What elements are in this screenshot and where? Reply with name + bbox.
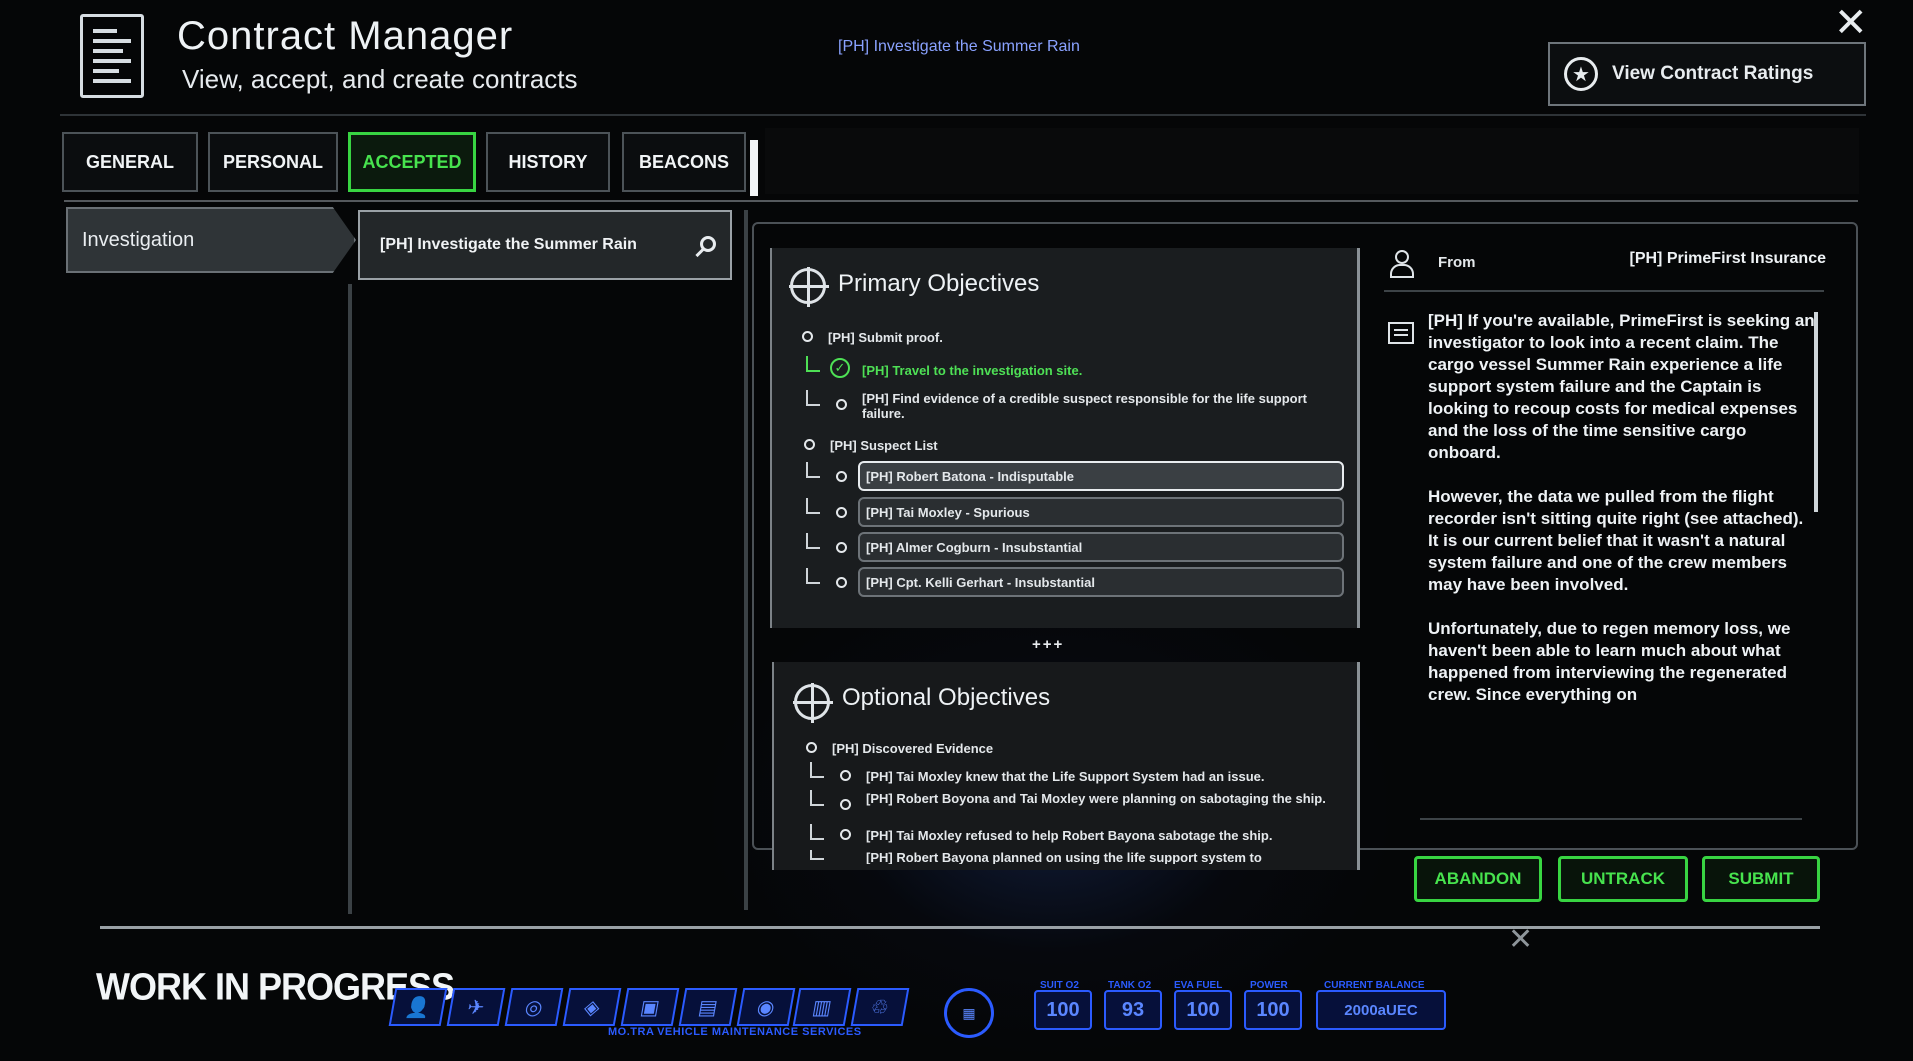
objective-item-completed: [PH] Travel to the investigation site. — [862, 363, 1083, 378]
nn-icon[interactable]: ◎ — [504, 988, 564, 1026]
cube-icon[interactable]: ▣ — [620, 988, 680, 1026]
branch-line — [806, 356, 820, 372]
category-label: Investigation — [82, 228, 195, 251]
person-icon[interactable]: 👤 — [388, 988, 448, 1026]
tracked-contract: [PH] Investigate the Summer Rain — [838, 38, 1080, 55]
objective-item: [PH] Find evidence of a credible suspect… — [862, 391, 1307, 421]
tab-label: HISTORY — [508, 151, 588, 172]
header-divider — [60, 114, 1866, 116]
bottom-divider — [100, 926, 1820, 929]
branch-line — [810, 762, 824, 778]
column-divider — [744, 210, 748, 910]
objective-bullet-icon — [802, 331, 813, 342]
suspect-bullet-icon — [836, 542, 847, 553]
tank-o2-value: 93 — [1104, 990, 1162, 1030]
from-label: From — [1438, 254, 1476, 271]
objective-item: [PH] Suspect List — [830, 438, 938, 453]
objective-item: [PH] Discovered Evidence — [832, 741, 994, 756]
page-title: Contract Manager — [177, 14, 514, 58]
tab-label: BEACONS — [638, 151, 729, 172]
message-icon — [1388, 322, 1414, 344]
tab-bar-fill — [765, 128, 1859, 194]
tabs-divider — [64, 200, 1858, 202]
branch-line — [806, 568, 820, 584]
ratings-button-label: View Contract Ratings — [1612, 63, 1814, 84]
category-investigation[interactable]: Investigation — [66, 207, 356, 273]
expand-more-button[interactable]: +++ — [1032, 636, 1064, 653]
abandon-button[interactable]: ABANDON — [1414, 856, 1542, 902]
tab-label: GENERAL — [85, 151, 174, 172]
suspect-almer-cogburn[interactable]: [PH] Almer Cogburn - Insubstantial — [858, 532, 1344, 562]
details-divider — [1384, 290, 1824, 292]
suspect-tai-moxley[interactable]: [PH] Tai Moxley - Spurious — [858, 497, 1344, 527]
details-footer-divider — [1420, 818, 1802, 820]
tab-history[interactable]: HISTORY — [486, 132, 610, 192]
description-scrollbar[interactable] — [1814, 312, 1818, 512]
objective-item: [PH] Tai Moxley refused to help Robert B… — [866, 828, 1273, 843]
fire-icon[interactable]: ◉ — [736, 988, 796, 1026]
suspect-kelli-gerhart[interactable]: [PH] Cpt. Kelli Gerhart - Insubstantial — [858, 567, 1344, 597]
current-balance-value: 2000aUEC — [1316, 990, 1446, 1030]
power-value: 100 — [1244, 990, 1302, 1030]
hud-services-label: MO.TRA VEHICLE MAINTENANCE SERVICES — [608, 1026, 862, 1038]
close-icon[interactable]: ✕ — [1834, 0, 1868, 46]
shield-icon[interactable]: ◈ — [562, 988, 622, 1026]
primary-objectives-title: Primary Objectives — [838, 270, 1040, 297]
from-value: [PH] PrimeFirst Insurance — [1629, 250, 1827, 267]
branch-line — [806, 462, 820, 478]
checkmark-icon: ✓ — [830, 358, 850, 378]
objective-bullet-icon — [804, 439, 815, 450]
branch-line — [810, 850, 824, 860]
contract-description: [PH] If you're available, PrimeFirst is … — [1428, 311, 1815, 704]
contract-document-icon — [80, 14, 144, 98]
page-subtitle: View, accept, and create contracts — [182, 64, 578, 94]
tab-beacons[interactable]: BEACONS — [622, 132, 746, 192]
suspect-bullet-icon — [836, 507, 847, 518]
branch-line — [810, 790, 824, 806]
terminal-icon[interactable]: ▥ — [792, 988, 852, 1026]
objective-item: [PH] Robert Boyona and Tai Moxley were p… — [866, 791, 1326, 806]
tab-label: PERSONAL — [222, 151, 323, 172]
contract-list-item[interactable]: [PH] Investigate the Summer Rain — [358, 210, 732, 280]
suit-o2-value: 100 — [1034, 990, 1092, 1030]
objective-item: [PH] Submit proof. — [828, 330, 943, 345]
objective-item: [PH] Tai Moxley knew that the Life Suppo… — [866, 769, 1265, 784]
tab-indicator — [750, 140, 758, 196]
crosshair-icon — [789, 267, 829, 307]
objective-bullet-icon — [840, 770, 851, 781]
tab-general[interactable]: GENERAL — [62, 132, 198, 192]
view-contract-ratings-button[interactable]: ★ View Contract Ratings — [1548, 42, 1866, 106]
tab-label: ACCEPTED — [362, 151, 462, 172]
objective-item: [PH] Robert Bayona planned on using the … — [866, 850, 1262, 864]
branch-line — [806, 498, 820, 514]
tab-accepted[interactable]: ACCEPTED — [348, 132, 476, 192]
recycle-icon[interactable]: ♲ — [850, 988, 910, 1026]
objective-bullet-icon — [806, 742, 817, 753]
objective-bullet-icon — [840, 799, 851, 810]
column-divider — [348, 284, 352, 914]
search-icon — [700, 236, 716, 252]
grid-menu-icon[interactable]: ▦ — [944, 988, 994, 1038]
contract-label: [PH] Investigate the Summer Rain — [380, 236, 637, 253]
objective-bullet-icon — [836, 399, 847, 410]
submit-button[interactable]: SUBMIT — [1702, 856, 1820, 902]
suspect-bullet-icon — [836, 471, 847, 482]
eva-fuel-value: 100 — [1174, 990, 1232, 1030]
star-icon: ★ — [1564, 57, 1598, 91]
tab-personal[interactable]: PERSONAL — [208, 132, 338, 192]
suspect-bullet-icon — [836, 577, 847, 588]
document-icon[interactable]: ▤ — [678, 988, 738, 1026]
objective-bullet-icon — [840, 829, 851, 840]
ship-icon[interactable]: ✈ — [446, 988, 506, 1026]
branch-line — [806, 390, 820, 406]
suspect-robert-batona[interactable]: [PH] Robert Batona - Indisputable — [858, 461, 1344, 491]
untrack-button[interactable]: UNTRACK — [1558, 856, 1688, 902]
branch-line — [810, 824, 824, 840]
person-icon — [1390, 250, 1414, 278]
crosshair-icon — [793, 683, 833, 723]
optional-objectives-title: Optional Objectives — [842, 684, 1051, 711]
branch-line — [806, 533, 820, 549]
